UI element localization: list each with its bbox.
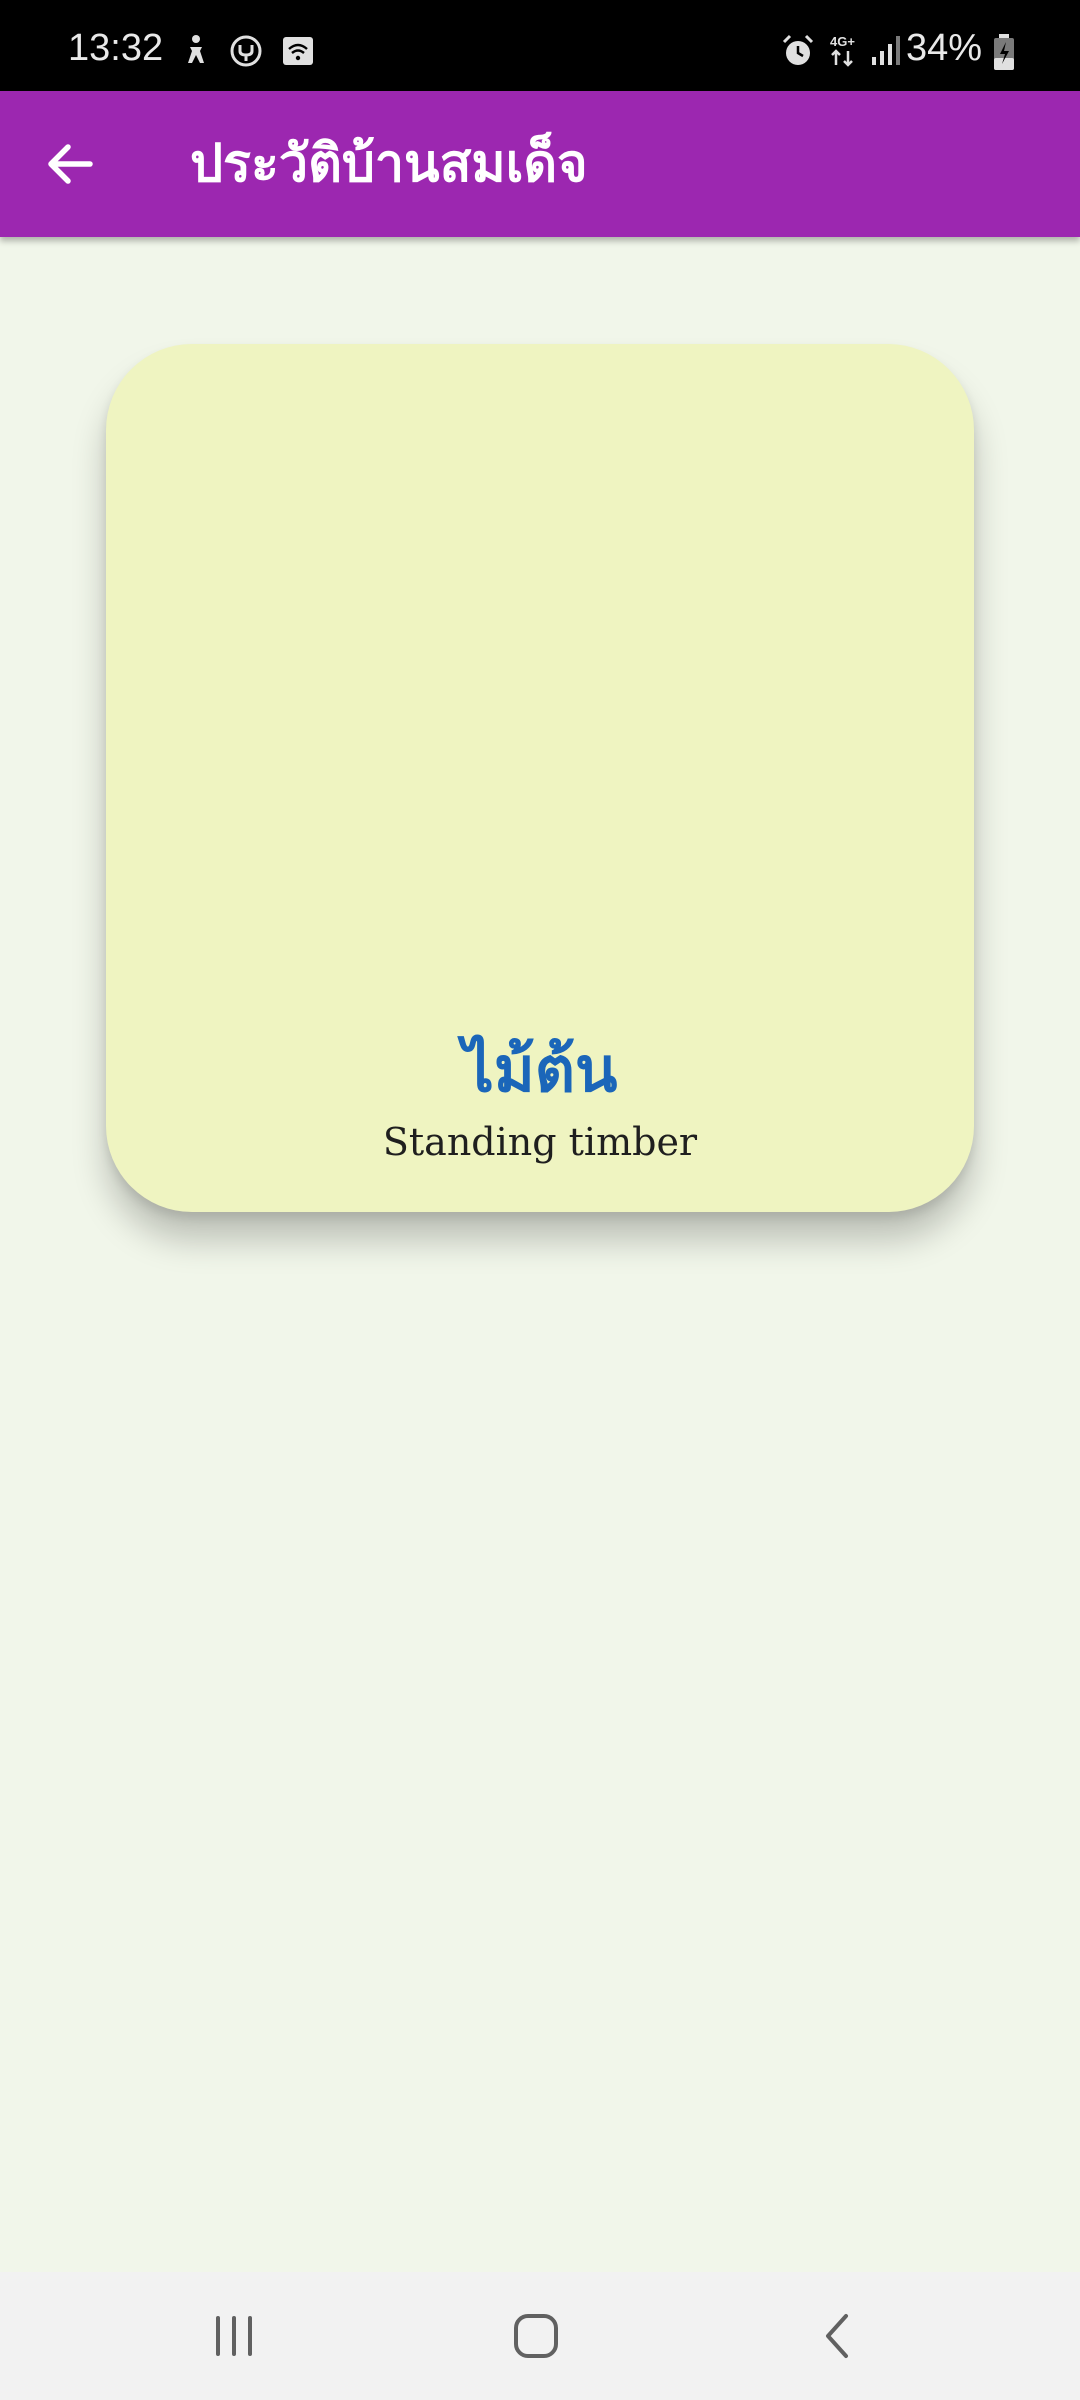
system-back-button[interactable] (802, 2300, 874, 2372)
card-subtitle: Standing timber (382, 1120, 698, 1164)
cast-icon (280, 33, 316, 69)
back-button[interactable] (34, 128, 106, 200)
status-time: 13:32 (68, 27, 164, 69)
svg-text:4G+: 4G+ (830, 34, 855, 49)
status-bar: 13:32 4G+ 34% (0, 0, 1080, 91)
accessibility-icon (178, 33, 214, 69)
home-icon (514, 2314, 558, 2358)
navigation-bar (0, 2272, 1080, 2400)
card-title: ไม้ต้น (462, 1033, 618, 1106)
home-button[interactable] (500, 2300, 572, 2372)
page-title: ประวัติบ้านสมเด็จ (190, 134, 588, 194)
battery-charging-icon (992, 34, 1028, 70)
signal-icon (868, 33, 904, 69)
alarm-icon (780, 33, 816, 69)
back-icon (826, 2314, 848, 2358)
plant-card[interactable]: ไม้ต้น Standing timber (106, 344, 974, 1212)
network-4g-icon: 4G+ (828, 33, 864, 69)
vpn-icon (228, 33, 264, 69)
arrow-left-icon (48, 144, 93, 184)
app-bar: ประวัติบ้านสมเด็จ (0, 91, 1080, 237)
recent-apps-button[interactable] (198, 2300, 270, 2372)
recent-apps-icon (216, 2316, 252, 2356)
